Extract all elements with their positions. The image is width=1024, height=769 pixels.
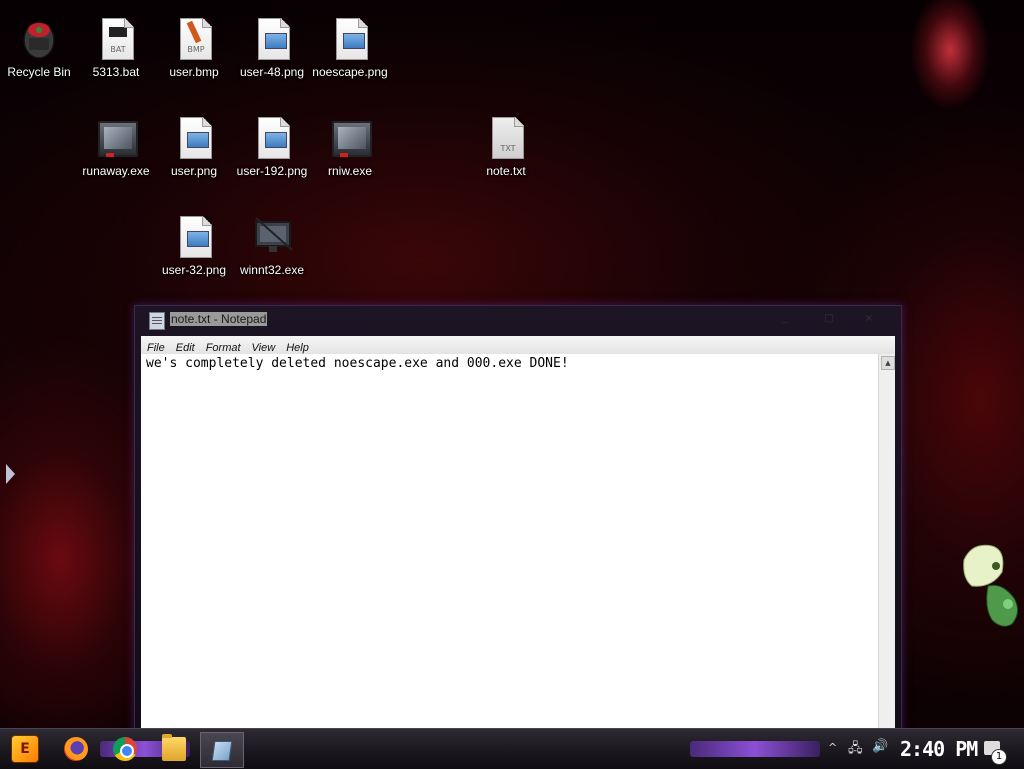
file-explorer-icon[interactable]: [162, 734, 186, 761]
desktop-icon-noescape-png[interactable]: noescape.png: [311, 8, 389, 88]
desktop-icon-user-32-png[interactable]: user-32.png: [155, 206, 233, 286]
notification-count-badge: 1: [991, 749, 1007, 765]
desktop-icon-label: winnt32.exe: [239, 263, 305, 277]
desktop-icon-label: note.txt: [486, 164, 526, 178]
desktop-icon-label: user.bmp: [169, 65, 219, 79]
taskbar-accent-bar: [690, 741, 820, 757]
setup-monitor-icon: [254, 214, 293, 258]
notepad-window[interactable]: note.txt - Notepad _ □ × File Edit Format V…: [134, 305, 902, 737]
bmp-file-icon: BMP: [176, 16, 212, 60]
desktop-icon-user-192-png[interactable]: user-192.png: [233, 107, 311, 187]
desktop-icon-note-txt[interactable]: TXT note.txt: [467, 107, 545, 187]
desktop-icon-runaway-exe[interactable]: runaway.exe: [77, 107, 155, 187]
image-file-icon: [332, 16, 368, 60]
file-type-tag: BMP: [187, 45, 205, 54]
text-file-icon: TXT: [488, 115, 524, 159]
executable-icon: [98, 115, 138, 159]
maximize-button[interactable]: □: [809, 312, 849, 328]
scroll-up-arrow-icon[interactable]: ▲: [881, 356, 895, 370]
system-clock[interactable]: 2:40 PM: [900, 737, 978, 761]
bat-file-icon: BAT: [98, 16, 134, 60]
menu-edit[interactable]: Edit: [170, 340, 200, 354]
mouse-cursor-icon: [6, 464, 15, 484]
start-button[interactable]: E: [12, 736, 38, 762]
network-icon[interactable]: 🖧: [848, 739, 863, 761]
desktop-icon-winnt32-exe[interactable]: winnt32.exe: [233, 206, 311, 286]
desktop-icon-label: user.png: [170, 164, 218, 178]
desktop-icon-label: user-32.png: [161, 263, 227, 277]
desktop-icon-label: rniw.exe: [327, 164, 373, 178]
file-type-tag: TXT: [500, 144, 516, 153]
notepad-icon: [211, 741, 233, 761]
notepad-icon: [149, 312, 165, 330]
menu-help[interactable]: Help: [280, 340, 314, 354]
menu-file[interactable]: File: [141, 340, 170, 354]
menu-view[interactable]: View: [246, 340, 281, 354]
desktop-icon-label: user-48.png: [239, 65, 305, 79]
text-editor-area[interactable]: we's completely deleted noescape.exe and…: [141, 354, 879, 736]
desktop-icon-user-48-png[interactable]: user-48.png: [233, 8, 311, 88]
desktop-icon-recycle-bin[interactable]: Recycle Bin: [0, 8, 78, 88]
chrome-icon[interactable]: [113, 737, 137, 761]
image-file-icon: [254, 115, 290, 159]
vertical-scrollbar[interactable]: ▲: [878, 354, 895, 736]
desktop-icon-user-png[interactable]: user.png: [155, 107, 233, 187]
image-file-icon: [176, 214, 212, 258]
desktop-icon-rniw-exe[interactable]: rniw.exe: [311, 107, 389, 187]
minimize-button[interactable]: _: [765, 312, 805, 328]
recycle-bin-icon: [21, 16, 57, 60]
desktop-icon-label: runaway.exe: [82, 164, 150, 178]
desktop-icon-label: noescape.png: [312, 65, 388, 79]
taskbar-notepad-button[interactable]: [200, 732, 244, 768]
desktop-icon-label: user-192.png: [236, 164, 308, 178]
executable-icon: [332, 115, 372, 159]
image-file-icon: [254, 16, 290, 60]
desktop-mascot-character: [962, 542, 1024, 632]
menu-format[interactable]: Format: [200, 340, 246, 354]
desktop-icon-label: 5313.bat: [92, 65, 140, 79]
menu-bar: File Edit Format View Help: [141, 336, 895, 354]
editor-content[interactable]: we's completely deleted noescape.exe and…: [146, 356, 569, 371]
firefox-icon[interactable]: [64, 737, 88, 761]
desktop-icon-5313-bat[interactable]: BAT 5313.bat: [77, 8, 155, 88]
volume-icon[interactable]: 🔊: [872, 739, 888, 754]
tray-overflow-chevron-icon[interactable]: ^: [828, 741, 837, 754]
window-titlebar[interactable]: note.txt - Notepad _ □ ×: [135, 306, 901, 334]
window-title: note.txt - Notepad: [170, 312, 268, 326]
close-button[interactable]: ×: [849, 312, 889, 328]
desktop-icon-user-bmp[interactable]: BMP user.bmp: [155, 8, 233, 88]
taskbar: E ^ 🖧 🔊 2:40 PM 1: [0, 728, 1024, 769]
image-file-icon: [176, 115, 212, 159]
file-type-tag: BAT: [110, 45, 126, 54]
